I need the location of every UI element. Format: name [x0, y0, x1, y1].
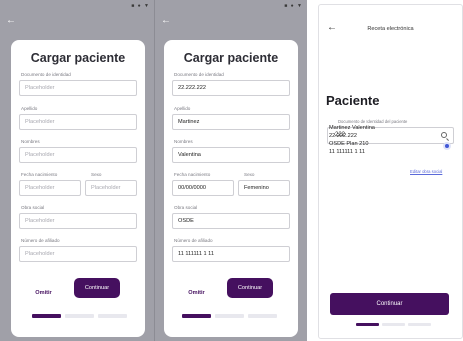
- insurance-label: Obra social: [174, 205, 198, 210]
- insurance-label: Obra social: [21, 205, 45, 210]
- result-name: Martinez Valentina: [329, 125, 375, 131]
- step-indicator: [32, 314, 132, 318]
- last-name-field[interactable]: Martinez: [172, 114, 290, 130]
- step-dot-active: [32, 314, 61, 318]
- step-dot: [248, 314, 277, 318]
- step-dot: [215, 314, 244, 318]
- sex-label: Sexo: [91, 172, 102, 177]
- first-name-label: Nombres: [21, 139, 40, 144]
- step-dot: [382, 323, 405, 326]
- sex-label: Sexo: [244, 172, 255, 177]
- insurance-field[interactable]: Placeholder: [19, 213, 137, 229]
- first-name-label: Nombres: [174, 139, 193, 144]
- sex-field[interactable]: Placeholder: [85, 180, 137, 196]
- affiliate-field[interactable]: Placeholder: [19, 246, 137, 262]
- back-arrow-icon[interactable]: ←: [161, 16, 171, 26]
- step-dot-active: [182, 314, 211, 318]
- search-label: Documento de Identidad del paciente: [338, 119, 408, 124]
- patient-form-card: Cargar paciente Documento de identidad P…: [11, 40, 145, 337]
- document-field[interactable]: 22.222.222: [172, 80, 290, 96]
- document-label: Documento de identidad: [174, 72, 224, 77]
- page-title: Paciente: [326, 93, 380, 108]
- patient-form-card: Cargar paciente Documento de identidad 2…: [164, 40, 298, 337]
- birthdate-label: Fecha nacimiento: [21, 172, 58, 177]
- first-name-field[interactable]: Placeholder: [19, 147, 137, 163]
- screen-patient-search: ← Receta electrónica Paciente Documento …: [318, 4, 463, 339]
- status-bar: ■ ● ▼: [284, 3, 303, 9]
- birthdate-field[interactable]: 00/00/0000: [172, 180, 234, 196]
- page-title: Cargar paciente: [183, 51, 279, 65]
- page-title: Cargar paciente: [30, 51, 126, 65]
- step-dot: [65, 314, 94, 318]
- insurance-field[interactable]: OSDE: [172, 213, 290, 229]
- birthdate-label: Fecha nacimiento: [174, 172, 211, 177]
- affiliate-label: Número de afiliado: [21, 238, 60, 243]
- omit-button[interactable]: Omitir: [174, 283, 219, 303]
- affiliate-field[interactable]: 11 111111 1 11: [172, 246, 290, 262]
- last-name-label: Apellido: [21, 106, 38, 111]
- step-dot: [408, 323, 431, 326]
- step-indicator: [356, 323, 436, 326]
- header-title: Receta electrónica: [367, 26, 414, 32]
- screen-filled-form: ■ ● ▼ ← Cargar paciente Documento de ide…: [154, 0, 307, 341]
- step-indicator: [182, 314, 282, 318]
- result-plan: OSDE Plan 210: [329, 141, 369, 147]
- last-name-label: Apellido: [174, 106, 191, 111]
- affiliate-label: Número de afiliado: [174, 238, 213, 243]
- sex-field[interactable]: Femenino: [238, 180, 290, 196]
- continue-button[interactable]: Continuar: [227, 278, 273, 298]
- last-name-field[interactable]: Placeholder: [19, 114, 137, 130]
- back-arrow-icon[interactable]: ←: [6, 16, 16, 26]
- search-icon[interactable]: [441, 132, 447, 138]
- status-bar: ■ ● ▼: [131, 3, 150, 9]
- step-dot-active: [356, 323, 379, 326]
- result-radio-selected[interactable]: [443, 142, 451, 150]
- continue-button[interactable]: Continuar: [330, 293, 449, 315]
- result-dni: 22.222.222: [329, 133, 357, 139]
- first-name-field[interactable]: Valentina: [172, 147, 290, 163]
- edit-insurance-link[interactable]: Editar obra social: [410, 169, 442, 174]
- step-dot: [98, 314, 127, 318]
- birthdate-field[interactable]: Placeholder: [19, 180, 81, 196]
- screen-empty-form: ■ ● ▼ ← Cargar paciente Documento de ide…: [0, 0, 154, 341]
- document-field[interactable]: Placeholder: [19, 80, 137, 96]
- result-affiliate: 11 111111 1 11: [329, 149, 365, 155]
- omit-button[interactable]: Omitir: [21, 283, 66, 303]
- continue-button[interactable]: Continuar: [74, 278, 120, 298]
- document-label: Documento de identidad: [21, 72, 71, 77]
